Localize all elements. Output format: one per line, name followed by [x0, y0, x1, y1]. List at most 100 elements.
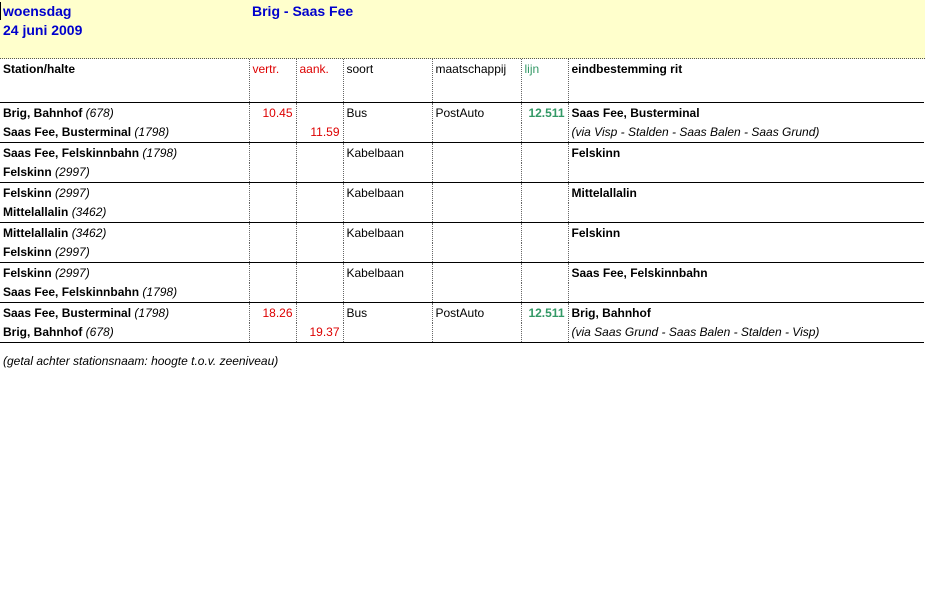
- arrival-time-empty: [296, 142, 344, 163]
- via-route: [568, 243, 924, 263]
- leg-row-departure: Saas Fee, Busterminal (1798) 18.26 Bus Post…: [0, 302, 924, 323]
- destination: Felskinn: [571, 146, 621, 160]
- destination: Brig, Bahnhof: [571, 306, 651, 320]
- leg-row-departure: Felskinn (2997) Kabelbaan Saas Fee, Felski…: [0, 262, 924, 283]
- col-eindbestemming: eindbestemming rit: [568, 59, 924, 103]
- departure-time-empty: [249, 283, 297, 303]
- arrival-time-empty: [296, 222, 344, 243]
- departure-time-empty: [249, 243, 297, 263]
- leg-row-arrival: Brig, Bahnhof (678) 19.37 (via Saas Grund …: [0, 323, 924, 343]
- transport-type: Bus: [343, 102, 433, 123]
- arrival-time-empty: [296, 182, 344, 203]
- to-station: Brig, Bahnhof (678): [0, 323, 250, 343]
- col-aank: aank.: [296, 59, 344, 103]
- station-name: Felskinn: [3, 165, 52, 179]
- departure-time-empty: [249, 203, 297, 223]
- departure-time: 10.45: [249, 102, 297, 123]
- departure-time-empty: [249, 163, 297, 183]
- arrival-time: [296, 243, 344, 263]
- station-altitude: (2997): [55, 245, 90, 259]
- station-name: Saas Fee, Busterminal: [3, 306, 132, 320]
- line-number-empty: [521, 123, 569, 143]
- col-maatschappij: maatschappij: [432, 59, 522, 103]
- departure-time: [249, 222, 297, 243]
- line-number: 12.511: [521, 302, 569, 323]
- leg-row-arrival: Mittelallalin (3462): [0, 203, 924, 223]
- arrival-time-empty: [296, 262, 344, 283]
- leg-row-arrival: Felskinn (2997): [0, 163, 924, 183]
- arrival-time: [296, 203, 344, 223]
- departure-time: [249, 142, 297, 163]
- col-vertr: vertr.: [249, 59, 297, 103]
- departure-time-empty: [249, 323, 297, 343]
- to-station: Felskinn (2997): [0, 243, 250, 263]
- leg-row-arrival: Felskinn (2997): [0, 243, 924, 263]
- destination: Saas Fee, Busterminal: [571, 106, 700, 120]
- station-name: Mittelallalin: [3, 226, 69, 240]
- station-name: Brig, Bahnhof: [3, 106, 83, 120]
- via-route: (via Saas Grund - Saas Balen - Stalden -…: [568, 323, 924, 343]
- station-altitude: (2997): [55, 266, 90, 280]
- footnote: (getal achter stationsnaam: hoogte t.o.v…: [3, 354, 279, 368]
- operator: [432, 142, 522, 163]
- via-route: (via Visp - Stalden - Saas Balen - Saas …: [568, 123, 924, 143]
- leg-row-departure: Mittelallalin (3462) Kabelbaan Felskinn: [0, 222, 924, 243]
- destination: Mittelallalin: [571, 186, 637, 200]
- arrival-time-empty: [296, 102, 344, 123]
- transport-type-empty: [343, 323, 433, 343]
- station-altitude: (1798): [142, 285, 178, 299]
- line-number-empty: [521, 323, 569, 343]
- operator-empty: [432, 243, 522, 263]
- departure-time-empty: [249, 123, 297, 143]
- leg-row-departure: Brig, Bahnhof (678) 10.45 Bus PostAuto 12.51…: [0, 102, 924, 123]
- destination: Felskinn: [571, 226, 621, 240]
- station-altitude: (2997): [55, 165, 90, 179]
- timetable: Station/halte vertr. aank. soort maatsch…: [0, 59, 924, 343]
- station-altitude: (3462): [71, 226, 107, 240]
- operator-empty: [432, 283, 522, 303]
- transport-type: Bus: [343, 302, 433, 323]
- departure-time: 18.26: [249, 302, 297, 323]
- departure-time: [249, 262, 297, 283]
- to-station: Saas Fee, Felskinnbahn (1798): [0, 283, 250, 303]
- operator-empty: [432, 123, 522, 143]
- to-station: Mittelallalin (3462): [0, 203, 250, 223]
- via-route: [568, 283, 924, 303]
- operator-empty: [432, 323, 522, 343]
- transport-type-empty: [343, 243, 433, 263]
- line-number: 12.511: [521, 102, 569, 123]
- operator-empty: [432, 163, 522, 183]
- transport-type: Kabelbaan: [343, 182, 433, 203]
- departure-time: [249, 182, 297, 203]
- line-number-empty: [521, 243, 569, 263]
- from-station: Felskinn (2997): [0, 182, 250, 203]
- arrival-time: 19.37: [296, 323, 344, 343]
- transport-type-empty: [343, 283, 433, 303]
- transport-type: Kabelbaan: [343, 262, 433, 283]
- transport-type-empty: [343, 203, 433, 223]
- transport-type-empty: [343, 163, 433, 183]
- station-name: Brig, Bahnhof: [3, 325, 83, 339]
- leg-row-arrival: Saas Fee, Busterminal (1798) 11.59 (via Vi…: [0, 123, 924, 143]
- from-station: Felskinn (2997): [0, 262, 250, 283]
- header-band: woensdag 24 juni 2009 Brig - Saas Fee: [0, 0, 925, 59]
- col-lijn: lijn: [521, 59, 569, 103]
- leg-row-arrival: Saas Fee, Felskinnbahn (1798): [0, 283, 924, 303]
- arrival-time: [296, 283, 344, 303]
- station-altitude: (1798): [142, 146, 178, 160]
- column-header-row: Station/halte vertr. aank. soort maatsch…: [0, 59, 924, 103]
- line-number: [521, 142, 569, 163]
- line-number-empty: [521, 283, 569, 303]
- from-station: Saas Fee, Busterminal (1798): [0, 302, 250, 323]
- arrival-time: 11.59: [296, 123, 344, 143]
- operator: PostAuto: [432, 302, 522, 323]
- header-date: 24 juni 2009: [3, 22, 83, 38]
- transport-type-empty: [343, 123, 433, 143]
- station-altitude: (678): [85, 325, 114, 339]
- via-route: [568, 163, 924, 183]
- station-name: Saas Fee, Felskinnbahn: [3, 285, 140, 299]
- col-soort: soort: [343, 59, 433, 103]
- line-number: [521, 222, 569, 243]
- line-number: [521, 262, 569, 283]
- destination: Saas Fee, Felskinnbahn: [571, 266, 708, 280]
